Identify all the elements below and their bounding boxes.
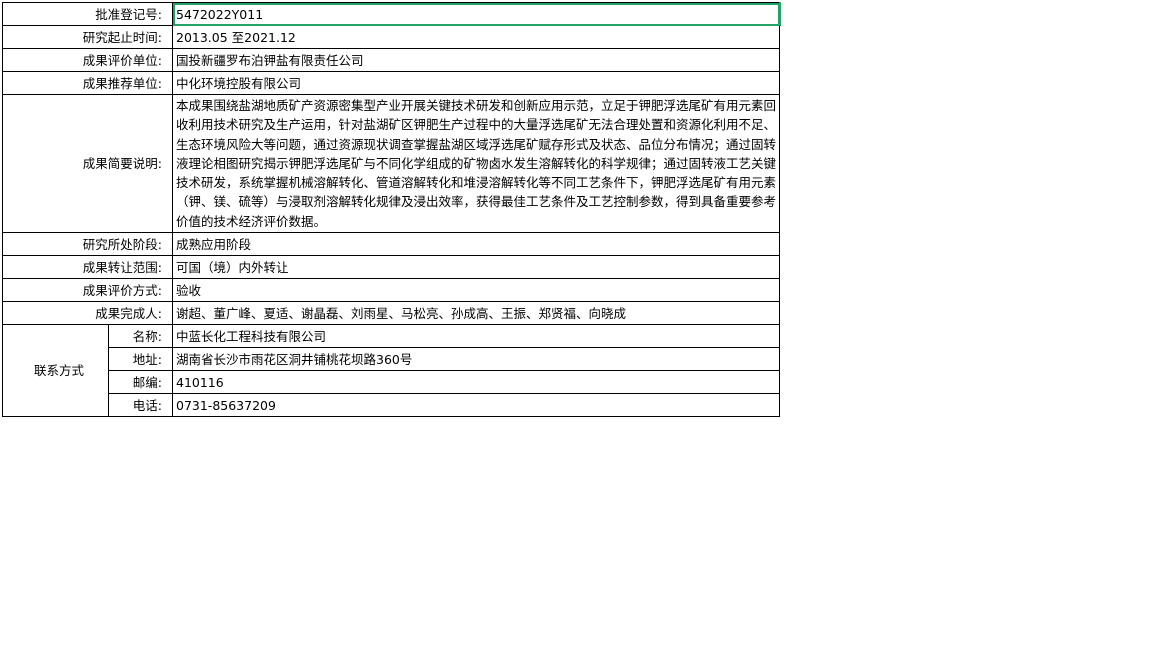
- table-row: 成果推荐单位: 中化环境控股有限公司: [2, 71, 780, 95]
- table-row: 电话: 0731-85637209: [3, 393, 780, 418]
- contact-phone-label[interactable]: 电话:: [108, 393, 173, 418]
- table-row: 成果简要说明: 本成果围绕盐湖地质矿产资源密集型产业开展关键技术研发和创新应用示…: [2, 93, 780, 234]
- research-period-label[interactable]: 研究起止时间:: [2, 25, 173, 49]
- contact-address-label[interactable]: 地址:: [108, 347, 173, 372]
- table-row: 成果评价方式: 验收: [2, 278, 780, 303]
- contact-group-label[interactable]: 联系方式: [2, 324, 109, 418]
- evaluation-unit-cell[interactable]: 国投新疆罗布泊钾盐有限责任公司: [172, 48, 780, 72]
- evaluation-unit-label[interactable]: 成果评价单位:: [2, 48, 173, 72]
- table-row: 成果转让范围: 可国（境）内外转让: [2, 255, 780, 280]
- research-stage-cell[interactable]: 成熟应用阶段: [172, 232, 780, 257]
- table-row: 成果评价单位: 国投新疆罗布泊钾盐有限责任公司: [2, 48, 780, 72]
- contributors-cell[interactable]: 谢超、董广峰、夏适、谢晶磊、刘雨星、马松亮、孙成高、王振、郑贤福、向晓成: [172, 301, 780, 326]
- table-row: 联系方式 名称: 中蓝长化工程科技有限公司: [2, 324, 780, 418]
- table-row: 成果完成人: 谢超、董广峰、夏适、谢晶磊、刘雨星、马松亮、孙成高、王振、郑贤福、…: [2, 301, 780, 326]
- summary-cell[interactable]: 本成果围绕盐湖地质矿产资源密集型产业开展关键技术研发和创新应用示范，立足于钾肥浮…: [172, 93, 780, 234]
- info-table: 批准登记号: 5472022Y011 研究起止时间: 2013.05 至2021…: [2, 2, 781, 418]
- table-row: 研究起止时间: 2013.05 至2021.12: [2, 25, 780, 49]
- transfer-scope-label[interactable]: 成果转让范围:: [2, 255, 173, 280]
- contact-postcode-label[interactable]: 邮编:: [108, 370, 173, 395]
- summary-label[interactable]: 成果简要说明:: [2, 93, 173, 234]
- evaluation-method-label[interactable]: 成果评价方式:: [2, 278, 173, 303]
- contact-address-cell[interactable]: 湖南省长沙市雨花区洞井铺桃花坝路360号: [172, 347, 780, 372]
- contact-name-cell[interactable]: 中蓝长化工程科技有限公司: [172, 324, 780, 349]
- table-row: 批准登记号: 5472022Y011: [2, 2, 781, 26]
- contact-name-label[interactable]: 名称:: [108, 324, 173, 349]
- approval-number-cell[interactable]: 5472022Y011: [172, 2, 781, 26]
- research-period-cell[interactable]: 2013.05 至2021.12: [172, 25, 780, 49]
- table-row: 研究所处阶段: 成熟应用阶段: [2, 232, 780, 257]
- table-row: 邮编: 410116: [3, 370, 780, 395]
- research-stage-label[interactable]: 研究所处阶段:: [2, 232, 173, 257]
- recommending-unit-label[interactable]: 成果推荐单位:: [2, 71, 173, 95]
- transfer-scope-cell[interactable]: 可国（境）内外转让: [172, 255, 780, 280]
- evaluation-method-cell[interactable]: 验收: [172, 278, 780, 303]
- approval-number-label[interactable]: 批准登记号:: [2, 2, 173, 26]
- recommending-unit-cell[interactable]: 中化环境控股有限公司: [172, 71, 780, 95]
- contributors-label[interactable]: 成果完成人:: [2, 301, 173, 326]
- table-row: 地址: 湖南省长沙市雨花区洞井铺桃花坝路360号: [3, 347, 780, 372]
- contact-phone-cell[interactable]: 0731-85637209: [172, 393, 780, 418]
- contact-postcode-cell[interactable]: 410116: [172, 370, 780, 395]
